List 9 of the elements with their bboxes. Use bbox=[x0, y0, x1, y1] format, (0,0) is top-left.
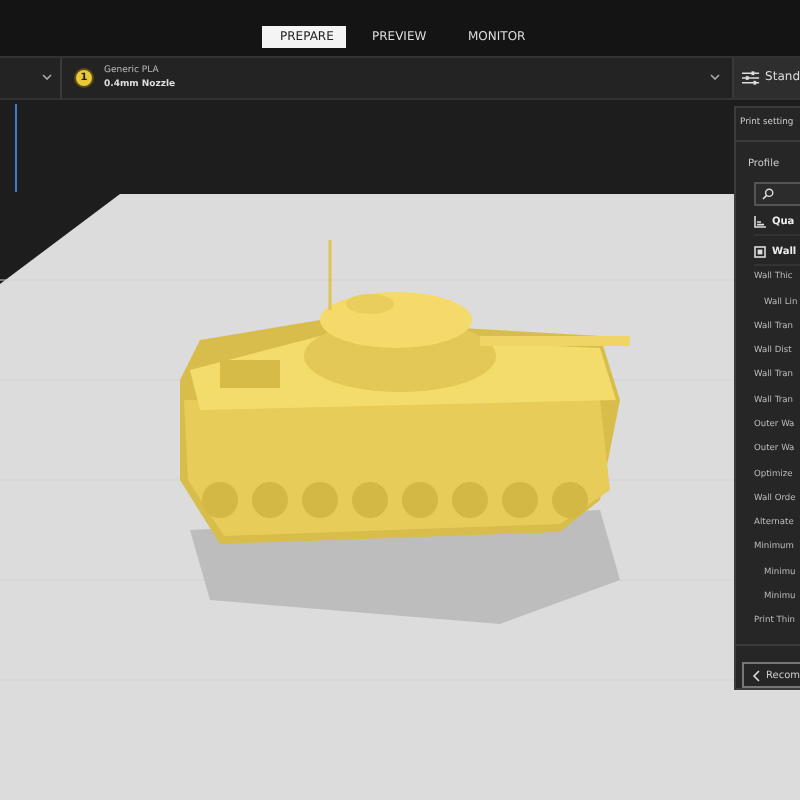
sliders-icon bbox=[742, 69, 760, 86]
chevron-down-icon bbox=[710, 74, 720, 81]
chevron-down-icon bbox=[42, 74, 52, 81]
search-icon bbox=[762, 187, 774, 200]
bars-icon bbox=[754, 216, 766, 229]
axis-line bbox=[15, 103, 17, 193]
square-icon bbox=[754, 245, 766, 258]
chevron-left-icon bbox=[752, 669, 760, 682]
search-field[interactable] bbox=[754, 181, 800, 207]
